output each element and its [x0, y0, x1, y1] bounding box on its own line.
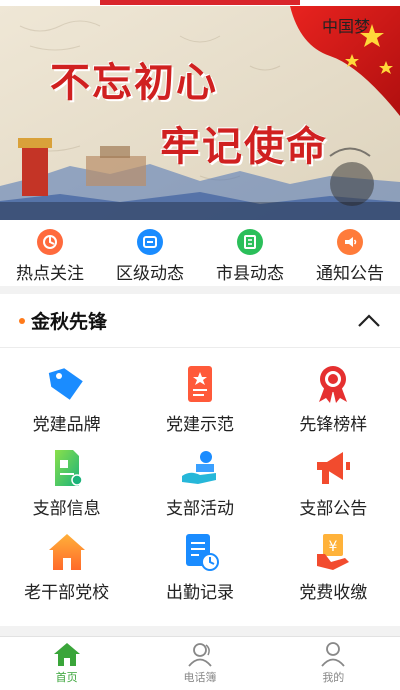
- grid-item-label: 支部信息: [32, 499, 101, 519]
- award-ribbon-icon: [313, 364, 353, 404]
- quick-nav-district-news[interactable]: 区级动态: [100, 220, 200, 286]
- grid-item-branch-info[interactable]: 支部信息: [0, 442, 133, 526]
- grid-item-party-brand[interactable]: 党建品牌: [0, 358, 133, 442]
- grid-item-pioneer-model[interactable]: 先锋榜样: [267, 358, 400, 442]
- fee-payment-icon: ¥: [313, 532, 353, 572]
- quick-nav-notices[interactable]: 通知公告: [300, 220, 400, 286]
- grid-item-label: 先锋榜样: [299, 415, 368, 435]
- quick-nav-label: 市县动态: [216, 264, 284, 284]
- bottom-tab-bar: 首页 电话簿 我的: [0, 636, 400, 690]
- tab-label: 首页: [55, 671, 78, 684]
- branch-info-icon: [47, 448, 87, 488]
- home-icon: [53, 643, 80, 666]
- brand-tag-icon: [47, 364, 87, 404]
- section-title: 金秋先锋: [31, 311, 108, 333]
- grid-item-branch-notice[interactable]: 支部公告: [267, 442, 400, 526]
- hero-banner[interactable]: 中国梦 不忘初心 牢记使命: [0, 6, 400, 220]
- grid-item-veteran-school[interactable]: 老干部党校: [0, 526, 133, 610]
- hot-topic-icon: [37, 229, 63, 255]
- tab-label: 电话簿: [183, 671, 217, 684]
- svg-text:¥: ¥: [329, 539, 338, 555]
- school-house-icon: [47, 532, 87, 572]
- attendance-icon: [180, 532, 220, 572]
- feature-grid: 党建品牌 党建示范 先锋榜样 支部信息 支部活动 支部公告 老干部党校 出勤记录…: [0, 348, 400, 610]
- banner-slogan-line2: 牢记使命: [160, 124, 328, 170]
- grid-item-label: 党建品牌: [32, 415, 101, 435]
- district-news-icon: [137, 229, 163, 255]
- tab-label: 我的: [322, 671, 345, 684]
- grid-item-branch-activity[interactable]: 支部活动: [133, 442, 266, 526]
- notice-icon: [337, 229, 363, 255]
- contacts-icon: [188, 643, 212, 667]
- city-news-icon: [237, 229, 263, 255]
- banner-artwork: 中国梦: [0, 6, 400, 220]
- branch-activity-icon: [180, 448, 220, 488]
- profile-icon: [321, 642, 345, 667]
- grid-item-label: 党建示范: [165, 415, 234, 435]
- chevron-up-icon[interactable]: [356, 310, 382, 332]
- tab-contacts[interactable]: 电话簿: [133, 637, 266, 690]
- megaphone-icon: [313, 448, 353, 488]
- section-accent-dot: [19, 317, 25, 324]
- tab-profile[interactable]: 我的: [267, 637, 400, 690]
- quick-nav-label: 热点关注: [16, 264, 84, 284]
- grid-item-label: 支部公告: [299, 499, 368, 519]
- status-accent: [100, 0, 300, 5]
- quick-nav-hot-topics[interactable]: 热点关注: [0, 220, 100, 286]
- quick-nav-label: 区级动态: [116, 264, 184, 284]
- grid-item-attendance[interactable]: 出勤记录: [133, 526, 266, 610]
- quick-nav-city-news[interactable]: 市县动态: [200, 220, 300, 286]
- grid-item-label: 支部活动: [165, 499, 234, 519]
- tab-home[interactable]: 首页: [0, 637, 133, 690]
- quick-nav-label: 通知公告: [316, 264, 384, 284]
- section-panel: 金秋先锋 党建品牌 党建示范 先锋榜样 支部信息 支部活动 支部公告 老干部党校…: [0, 294, 400, 626]
- grid-item-party-demo[interactable]: 党建示范: [133, 358, 266, 442]
- grid-item-label: 老干部党校: [24, 583, 110, 603]
- svg-text:中国梦: 中国梦: [322, 17, 370, 36]
- grid-item-label: 出勤记录: [165, 583, 234, 603]
- demo-document-icon: [180, 364, 220, 404]
- grid-item-label: 党费收缴: [299, 583, 368, 603]
- quick-nav: 热点关注 区级动态 市县动态 通知公告: [0, 220, 400, 286]
- grid-item-party-fee[interactable]: ¥ 党费收缴: [267, 526, 400, 610]
- section-header: 金秋先锋: [0, 294, 400, 348]
- banner-slogan-line1: 不忘初心: [50, 60, 218, 106]
